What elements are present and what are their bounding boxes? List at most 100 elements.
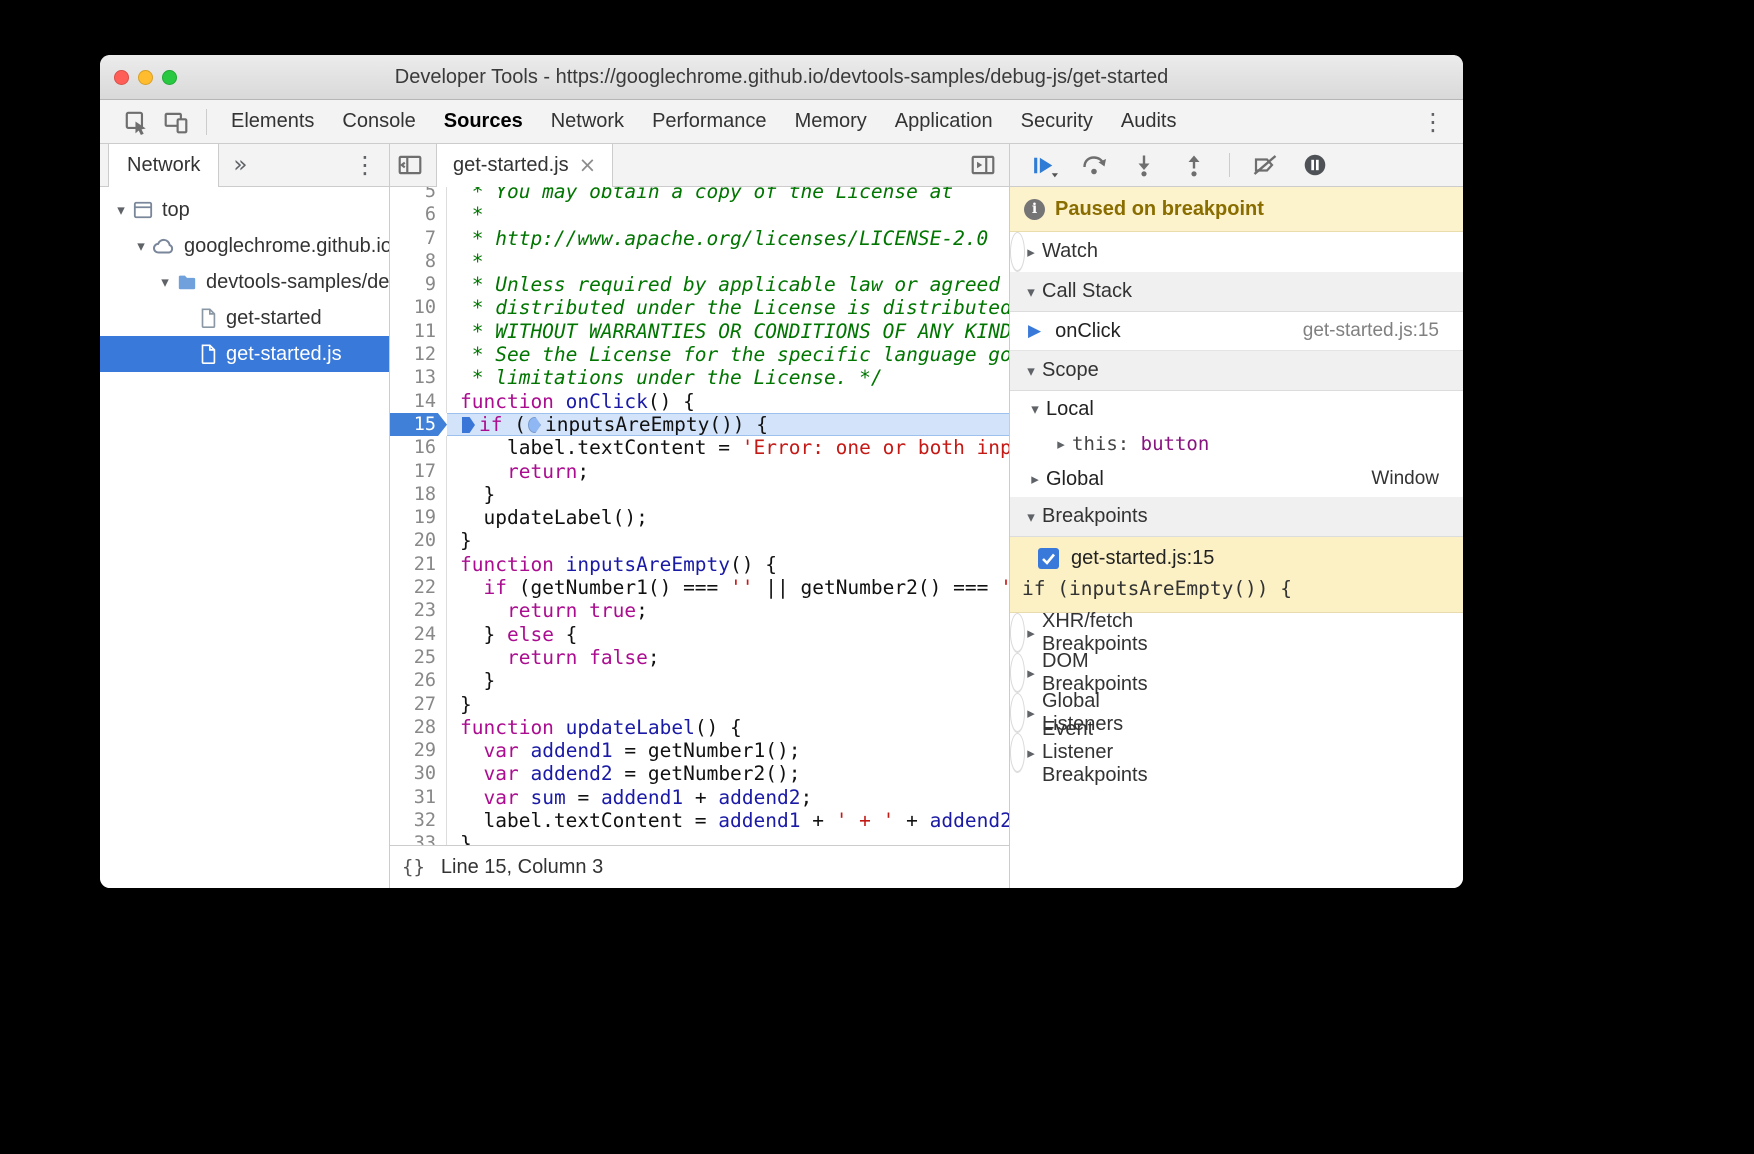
navigator-menu-icon[interactable]: ⋮ <box>347 144 383 186</box>
line-number-31[interactable]: 31 <box>390 786 447 809</box>
section-dom-breakpoints[interactable]: ▸DOM Breakpoints <box>1010 653 1025 693</box>
section-watch[interactable]: ▸Watch <box>1010 232 1025 272</box>
close-window-button[interactable] <box>114 70 129 85</box>
code-line-17: 17 return; <box>390 460 1009 483</box>
paused-banner: i Paused on breakpoint <box>1010 187 1463 232</box>
desktop-background: Developer Tools - https://googlechrome.g… <box>0 0 1754 1154</box>
line-number-12[interactable]: 12 <box>390 343 447 366</box>
tree-item-top[interactable]: ▾top <box>100 192 389 228</box>
tree-item-get-started-js[interactable]: get-started.js <box>100 336 389 372</box>
tab-application[interactable]: Application <box>881 100 1007 143</box>
line-number-11[interactable]: 11 <box>390 320 447 343</box>
pause-on-exceptions-icon[interactable] <box>1293 148 1337 182</box>
overflow-menu-icon[interactable]: ⋮ <box>1415 100 1451 143</box>
line-number-7[interactable]: 7 <box>390 227 447 250</box>
line-number-9[interactable]: 9 <box>390 273 447 296</box>
line-number-14[interactable]: 14 <box>390 390 447 413</box>
editor-pane: get-started.js × 5 * You may obtain a co… <box>390 144 1010 888</box>
line-number-25[interactable]: 25 <box>390 646 447 669</box>
execution-marker-icon <box>462 417 475 433</box>
code-text-17: return; <box>447 460 1009 483</box>
tab-performance[interactable]: Performance <box>638 100 781 143</box>
step-out-icon[interactable] <box>1172 148 1216 182</box>
code-line-14: 14function onClick() { <box>390 390 1009 413</box>
breakpoint-entry[interactable]: get-started.js:15if (inputsAreEmpty()) { <box>1010 537 1463 613</box>
line-number-5[interactable]: 5 <box>390 187 447 203</box>
disclosure-triangle-icon[interactable]: ▾ <box>154 273 176 291</box>
line-number-13[interactable]: 13 <box>390 366 447 389</box>
line-number-8[interactable]: 8 <box>390 250 447 273</box>
tab-sources[interactable]: Sources <box>430 100 537 143</box>
toolbar-divider <box>1229 153 1230 177</box>
line-number-22[interactable]: 22 <box>390 576 447 599</box>
main-tabs: ElementsConsoleSourcesNetworkPerformance… <box>217 100 1190 143</box>
code-line-8: 8 * <box>390 250 1009 273</box>
minimize-window-button[interactable] <box>138 70 153 85</box>
line-number-15[interactable]: 15 <box>390 413 447 436</box>
scope-property-this[interactable]: ▸this: button <box>1010 427 1463 461</box>
line-number-17[interactable]: 17 <box>390 460 447 483</box>
section-event-listener-breakpoints[interactable]: ▸Event Listener Breakpoints <box>1010 733 1025 773</box>
zoom-window-button[interactable] <box>162 70 177 85</box>
navigator-tab-network[interactable]: Network <box>108 144 219 187</box>
line-number-26[interactable]: 26 <box>390 669 447 692</box>
code-editor[interactable]: 5 * You may obtain a copy of the License… <box>390 187 1009 845</box>
tab-network[interactable]: Network <box>537 100 638 143</box>
tree-item-devtools-samples-debug-js[interactable]: ▾devtools-samples/debug-js <box>100 264 389 300</box>
line-number-29[interactable]: 29 <box>390 739 447 762</box>
tab-security[interactable]: Security <box>1007 100 1107 143</box>
line-number-27[interactable]: 27 <box>390 693 447 716</box>
callstack-frame[interactable]: ▶onClickget-started.js:15 <box>1010 312 1463 351</box>
section-xhr-fetch-breakpoints[interactable]: ▸XHR/fetch Breakpoints <box>1010 613 1025 653</box>
toggle-debugger-sidebar-icon[interactable] <box>963 144 1003 186</box>
line-number-18[interactable]: 18 <box>390 483 447 506</box>
code-text-11: * WITHOUT WARRANTIES OR CONDITIONS OF AN… <box>447 320 1009 343</box>
tab-memory[interactable]: Memory <box>781 100 881 143</box>
line-number-30[interactable]: 30 <box>390 762 447 785</box>
line-number-28[interactable]: 28 <box>390 716 447 739</box>
deactivate-breakpoints-icon[interactable] <box>1243 148 1287 182</box>
tab-audits[interactable]: Audits <box>1107 100 1191 143</box>
debugger-toolbar <box>1010 144 1463 187</box>
line-number-32[interactable]: 32 <box>390 809 447 832</box>
line-number-16[interactable]: 16 <box>390 436 447 459</box>
line-number-19[interactable]: 19 <box>390 506 447 529</box>
section-global-listeners[interactable]: ▸Global Listeners <box>1010 693 1025 733</box>
debugger-sections: ▸Watch▾Call Stack▶onClickget-started.js:… <box>1010 232 1463 773</box>
disclosure-triangle-icon[interactable]: ▾ <box>110 201 132 219</box>
line-number-6[interactable]: 6 <box>390 203 447 226</box>
section-call-stack[interactable]: ▾Call Stack <box>1010 272 1463 312</box>
tree-item-googlechrome-github-io[interactable]: ▾googlechrome.github.io <box>100 228 389 264</box>
line-number-21[interactable]: 21 <box>390 553 447 576</box>
more-tabs-chevron-icon[interactable]: » <box>233 152 247 178</box>
line-number-10[interactable]: 10 <box>390 296 447 319</box>
section-scope[interactable]: ▾Scope <box>1010 351 1463 391</box>
tab-console[interactable]: Console <box>328 100 429 143</box>
tree-item-get-started[interactable]: get-started <box>100 300 389 336</box>
disclosure-triangle-icon: ▸ <box>1020 704 1042 722</box>
tree-item-label: get-started.js <box>226 343 342 366</box>
resume-icon[interactable] <box>1022 148 1066 182</box>
step-into-icon[interactable] <box>1122 148 1166 182</box>
toggle-navigator-icon[interactable] <box>390 144 430 186</box>
line-number-20[interactable]: 20 <box>390 529 447 552</box>
line-number-23[interactable]: 23 <box>390 599 447 622</box>
step-over-icon[interactable] <box>1072 148 1116 182</box>
device-toolbar-icon[interactable] <box>156 100 196 143</box>
inspect-icon[interactable] <box>116 100 156 143</box>
scope-global[interactable]: ▸GlobalWindow <box>1010 461 1463 497</box>
breakpoint-checkbox[interactable] <box>1038 548 1059 569</box>
section-breakpoints[interactable]: ▾Breakpoints <box>1010 497 1463 537</box>
editor-tab-get-started-js[interactable]: get-started.js × <box>436 144 613 187</box>
code-text-15: if (inputsAreEmpty()) { <box>447 413 1009 436</box>
line-number-24[interactable]: 24 <box>390 623 447 646</box>
pretty-print-button[interactable]: {} <box>402 856 425 878</box>
scope-local[interactable]: ▾Local <box>1010 391 1463 427</box>
code-line-12: 12 * See the License for the specific la… <box>390 343 1009 366</box>
close-tab-icon[interactable]: × <box>579 153 597 177</box>
disclosure-triangle-icon[interactable]: ▾ <box>130 237 152 255</box>
tab-elements[interactable]: Elements <box>217 100 328 143</box>
line-number-33[interactable]: 33 <box>390 832 447 845</box>
window-titlebar[interactable]: Developer Tools - https://googlechrome.g… <box>100 55 1463 100</box>
code-text-5: * You may obtain a copy of the License a… <box>447 187 1009 203</box>
